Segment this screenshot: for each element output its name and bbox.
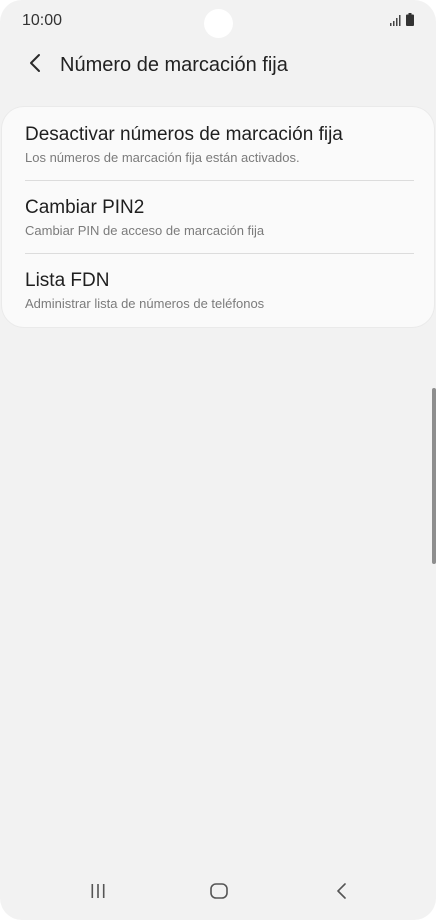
home-button[interactable] (199, 878, 239, 908)
menu-item-title: Lista FDN (25, 270, 110, 291)
navigation-bar (0, 868, 436, 920)
battery-icon (406, 13, 414, 31)
front-camera (204, 9, 233, 38)
nav-back-button[interactable] (322, 878, 362, 908)
recents-icon (90, 883, 106, 904)
status-bar: 10:00 (0, 0, 436, 40)
signal-icon (390, 13, 402, 31)
menu-item-change-pin2[interactable]: Cambiar PIN2 Cambiar PIN de acceso de ma… (2, 180, 434, 253)
app-header: Número de marcación fija (0, 46, 436, 86)
chevron-left-icon (28, 53, 42, 78)
home-icon (210, 882, 228, 904)
scrollbar[interactable] (432, 388, 436, 564)
menu-item-fdn-list[interactable]: Lista FDN Administrar lista de números d… (2, 253, 434, 326)
menu-item-subtitle: Cambiar PIN de acceso de marcación fija (25, 223, 265, 238)
recents-button[interactable] (78, 878, 118, 908)
page-title: Número de marcación fija (60, 54, 288, 76)
status-icons (390, 13, 414, 31)
status-time: 10:00 (22, 12, 63, 29)
menu-item-title: Desactivar números de marcación fija (25, 124, 343, 145)
settings-card: Desactivar números de marcación fija Los… (2, 107, 434, 327)
phone-screen: 10:00 Número de marcación fija Desactiva… (0, 0, 436, 920)
back-button[interactable] (20, 50, 50, 80)
back-icon (336, 882, 348, 904)
menu-item-disable-fdn[interactable]: Desactivar números de marcación fija Los… (2, 107, 434, 180)
menu-item-title: Cambiar PIN2 (25, 197, 145, 218)
menu-item-subtitle: Los números de marcación fija están acti… (25, 150, 300, 165)
menu-item-subtitle: Administrar lista de números de teléfono… (25, 296, 265, 311)
